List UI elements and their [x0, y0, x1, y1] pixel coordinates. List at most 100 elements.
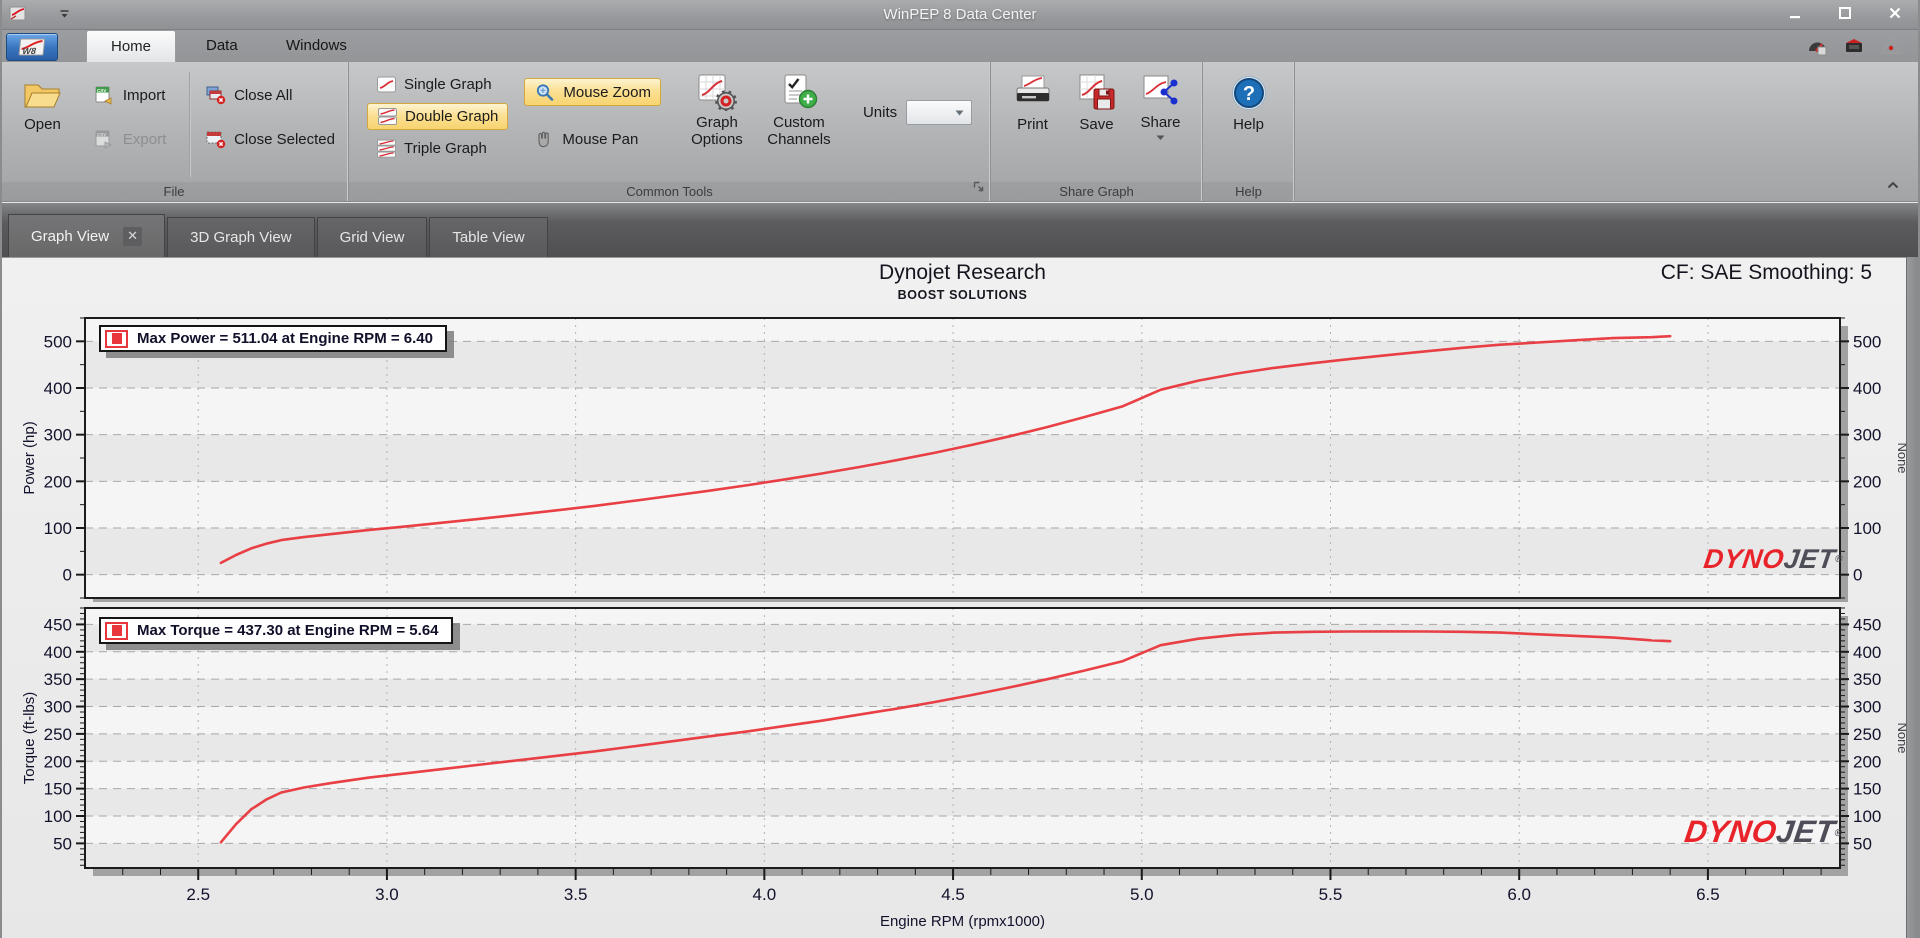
double-graph-button[interactable]: Double Graph	[367, 103, 509, 130]
ribbon: Open CSV Import CSV Export Close All Clo…	[0, 62, 1920, 202]
import-button[interactable]: CSV Import	[85, 82, 175, 108]
ribbon-tab-row: W8 Home Data Windows	[0, 30, 1920, 63]
svg-text:300: 300	[44, 698, 72, 717]
svg-text:100: 100	[1853, 519, 1881, 538]
svg-text:CSV: CSV	[97, 88, 106, 93]
double-graph-icon	[378, 108, 397, 125]
svg-text:6.0: 6.0	[1507, 885, 1531, 904]
svg-text:None: None	[1895, 722, 1906, 753]
svg-text:400: 400	[44, 643, 72, 662]
ribbon-tab-home[interactable]: Home	[86, 30, 177, 63]
svg-text:400: 400	[1853, 379, 1881, 398]
torque-chart[interactable]: 50 50 100 100 150 150 200 200 250 250 300 300 350 350…	[0, 602, 1906, 938]
svg-text:Power (hp): Power (hp)	[21, 421, 38, 494]
torque-series-swatch	[105, 621, 128, 640]
svg-text:0: 0	[1853, 566, 1862, 585]
svg-text:300: 300	[44, 426, 72, 445]
graph-options-button[interactable]: Graph Options	[679, 68, 755, 148]
single-graph-button[interactable]: Single Graph	[367, 72, 508, 97]
power-series-swatch	[105, 329, 128, 348]
custom-channels-button[interactable]: Custom Channels	[761, 68, 837, 148]
svg-text:5.0: 5.0	[1130, 885, 1154, 904]
triple-graph-icon	[377, 139, 396, 158]
maximize-button[interactable]	[1828, 2, 1862, 24]
power-legend[interactable]: Max Power = 511.04 at Engine RPM = 6.40	[99, 325, 447, 352]
mouse-pan-icon	[538, 131, 550, 148]
mouse-zoom-button[interactable]: Mouse Zoom	[524, 78, 661, 106]
document-tab-table-view[interactable]: Table View	[429, 217, 548, 257]
window-title: WinPEP 8 Data Center	[883, 6, 1037, 23]
svg-text:200: 200	[44, 472, 72, 491]
units-select[interactable]	[906, 100, 973, 125]
print-button[interactable]: Print	[1001, 68, 1065, 133]
print-icon	[1016, 75, 1049, 102]
svg-text:5.5: 5.5	[1319, 885, 1343, 904]
dynojet-logo: DYNOJET®	[1682, 814, 1844, 849]
svg-text:100: 100	[1853, 807, 1881, 826]
svg-text:400: 400	[44, 379, 72, 398]
svg-text:200: 200	[44, 752, 72, 771]
mouse-zoom-icon	[537, 84, 554, 101]
document-tab-label: Table View	[452, 229, 525, 246]
single-graph-icon	[377, 76, 396, 93]
chevron-down-icon	[955, 110, 964, 115]
svg-text:50: 50	[53, 834, 72, 853]
svg-text:250: 250	[44, 725, 72, 744]
hazard-icon[interactable]	[1880, 35, 1902, 62]
close-selected-button[interactable]: Close Selected	[196, 126, 344, 152]
ribbon-tab-data[interactable]: Data	[182, 30, 262, 62]
save-button[interactable]: Save	[1065, 68, 1129, 133]
svg-text:6.5: 6.5	[1696, 885, 1720, 904]
svg-text:150: 150	[44, 780, 72, 799]
dialog-launcher-icon[interactable]	[972, 180, 985, 198]
svg-text:CSV: CSV	[97, 132, 106, 137]
ribbon-group-share-graph: Print Save Share Share Graph	[990, 62, 1202, 201]
close-selected-icon	[206, 131, 226, 149]
help-button[interactable]: ? Help	[1214, 68, 1284, 133]
svg-text:0: 0	[63, 566, 72, 585]
group-label-file: File	[0, 182, 348, 201]
svg-text:400: 400	[1853, 643, 1881, 662]
correction-info: CF: SAE Smoothing: 5	[1660, 261, 1872, 284]
custom-channels-icon	[784, 74, 818, 109]
svg-text:450: 450	[1853, 615, 1881, 634]
document-tab-graph-view[interactable]: Graph View ✕	[8, 214, 166, 257]
svg-text:350: 350	[44, 670, 72, 689]
export-icon: CSV	[95, 130, 112, 149]
group-label-help: Help	[1203, 182, 1294, 201]
dyno-device-icon[interactable]	[1843, 35, 1865, 62]
svg-text:200: 200	[1853, 752, 1881, 771]
open-button[interactable]: Open	[10, 68, 75, 133]
ribbon-group-file: Open CSV Import CSV Export Close All Clo…	[0, 62, 348, 201]
titlebar: WinPEP 8 Data Center	[0, 0, 1920, 30]
svg-text:200: 200	[1853, 472, 1881, 491]
minimize-button[interactable]	[1778, 2, 1812, 24]
export-button[interactable]: CSV Export	[85, 126, 175, 152]
document-tab-3d-graph-view[interactable]: 3D Graph View	[167, 217, 315, 257]
triple-graph-button[interactable]: Triple Graph	[367, 136, 508, 161]
gauge-icon[interactable]	[1806, 35, 1828, 62]
svg-text:350: 350	[1853, 670, 1881, 689]
svg-text:500: 500	[1853, 332, 1881, 351]
document-tab-label: Grid View	[339, 229, 405, 246]
document-tab-grid-view[interactable]: Grid View	[316, 217, 428, 257]
close-all-button[interactable]: Close All	[196, 82, 344, 108]
torque-legend[interactable]: Max Torque = 437.30 at Engine RPM = 5.64	[99, 617, 453, 644]
units-label: Units	[862, 104, 898, 121]
mouse-pan-button[interactable]: Mouse Pan	[524, 126, 661, 152]
svg-text:3.5: 3.5	[564, 885, 588, 904]
close-tab-icon[interactable]: ✕	[123, 226, 143, 246]
application-button[interactable]: W8	[6, 33, 58, 61]
svg-text:Torque (ft-lbs): Torque (ft-lbs)	[21, 692, 38, 785]
svg-text:3.0: 3.0	[375, 885, 399, 904]
dynojet-logo: DYNOJET®	[1702, 544, 1844, 574]
ribbon-tab-windows[interactable]: Windows	[262, 30, 371, 62]
collapse-ribbon-icon[interactable]	[1886, 177, 1900, 195]
share-button[interactable]: Share	[1129, 68, 1193, 141]
svg-text:450: 450	[44, 615, 72, 634]
svg-text:300: 300	[1853, 426, 1881, 445]
close-button[interactable]	[1878, 2, 1912, 24]
svg-text:2.5: 2.5	[186, 885, 210, 904]
svg-text:4.5: 4.5	[941, 885, 965, 904]
close-all-icon	[206, 86, 226, 105]
